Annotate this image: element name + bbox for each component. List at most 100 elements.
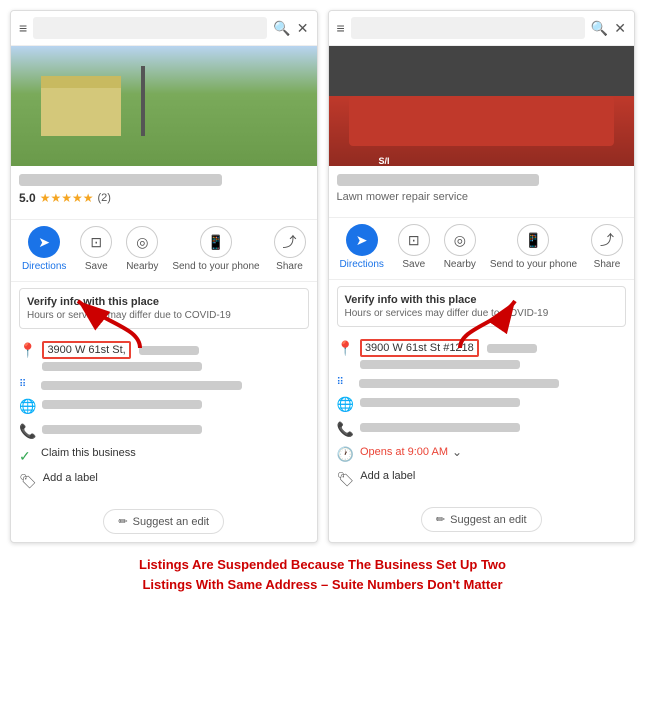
- right-globe-row: 🌐: [337, 395, 627, 413]
- right-send-label: Send to your phone: [490, 259, 577, 271]
- left-address-highlight: 3900 W 61st St,: [42, 341, 130, 359]
- left-phone-row: 📞: [19, 422, 309, 440]
- right-close-icon[interactable]: ✕: [614, 20, 626, 37]
- bottom-caption: Listings Are Suspended Because The Busin…: [129, 555, 516, 594]
- right-opens-text: Opens at 9:00 AM: [360, 446, 448, 458]
- left-share-circle: ⤴: [274, 226, 306, 258]
- mower-body: S/I @TROY-BILT: [349, 96, 615, 146]
- left-verify-box: Verify info with this place Hours or ser…: [19, 288, 309, 329]
- right-verify-box: Verify info with this place Hours or ser…: [337, 286, 627, 327]
- left-dots-content: [41, 378, 309, 390]
- left-nearby-action[interactable]: ◎ Nearby: [126, 226, 158, 273]
- left-address-content: 3900 W 61st St,: [42, 341, 308, 371]
- right-category: Lawn mower repair service: [337, 191, 627, 203]
- left-hamburger-icon[interactable]: ≡: [19, 20, 27, 36]
- right-share-action[interactable]: ⤴ Share: [591, 224, 623, 271]
- right-add-label-text: Add a label: [360, 470, 415, 482]
- right-suggest-btn[interactable]: ✏ Suggest an edit: [421, 507, 542, 532]
- left-directions-label: Directions: [22, 261, 66, 273]
- right-dots-row: ⠿: [337, 376, 627, 388]
- right-nearby-action[interactable]: ◎ Nearby: [444, 224, 476, 271]
- left-verify-title: Verify info with this place: [27, 296, 301, 308]
- right-send-circle: 📱: [517, 224, 549, 256]
- right-globe-icon: 🌐: [337, 396, 354, 413]
- right-hamburger-icon[interactable]: ≡: [337, 20, 345, 36]
- right-search-bar: ≡ 🔍 ✕: [329, 11, 635, 46]
- left-save-action[interactable]: ⊡ Save: [80, 226, 112, 273]
- right-opens-row: 🕐 Opens at 9:00 AM ⌄: [337, 445, 627, 463]
- right-search-input[interactable]: [351, 17, 585, 39]
- right-suggest-label: Suggest an edit: [450, 514, 526, 526]
- right-save-label: Save: [402, 259, 425, 271]
- left-phone-content: [42, 422, 308, 434]
- right-share-label: Share: [594, 259, 621, 271]
- left-stars: ★★★★★: [40, 191, 94, 205]
- right-directions-circle: ➤: [346, 224, 378, 256]
- right-send-action[interactable]: 📱 Send to your phone: [490, 224, 577, 271]
- left-actions-row: ➤ Directions ⊡ Save ◎ Nearby 📱 Send to y…: [11, 219, 317, 282]
- pole-shape: [141, 66, 145, 136]
- left-globe-content: [42, 397, 308, 409]
- left-save-label: Save: [85, 261, 108, 273]
- right-search-icon[interactable]: 🔍: [591, 20, 608, 37]
- left-dots-icon: ⠿: [19, 379, 35, 390]
- main-container: ≡ 🔍 ✕ 5.0 ★★★★★ (2): [0, 0, 645, 604]
- left-send-circle: 📱: [200, 226, 232, 258]
- left-photo: [11, 46, 317, 166]
- right-address-row: 📍 3900 W 61st St #1218: [337, 339, 627, 369]
- left-globe-row: 🌐: [19, 397, 309, 415]
- left-reviews: (2): [97, 192, 110, 204]
- right-dots-bar: [359, 379, 560, 388]
- right-dots-content: [359, 376, 627, 388]
- left-phone-bar: [42, 425, 202, 434]
- right-nearby-circle: ◎: [444, 224, 476, 256]
- right-directions-action[interactable]: ➤ Directions: [339, 224, 383, 271]
- right-verify-sub: Hours or services may differ due to COVI…: [345, 308, 619, 319]
- left-send-label: Send to your phone: [172, 261, 259, 273]
- right-share-circle: ⤴: [591, 224, 623, 256]
- left-business-info: 5.0 ★★★★★ (2): [11, 166, 317, 219]
- right-actions-row: ➤ Directions ⊡ Save ◎ Nearby 📱 Send to y…: [329, 217, 635, 280]
- right-address-highlight: 3900 W 61st St #1218: [360, 339, 479, 357]
- panels-row: ≡ 🔍 ✕ 5.0 ★★★★★ (2): [10, 10, 635, 543]
- right-save-circle: ⊡: [398, 224, 430, 256]
- right-photo: S/I @TROY-BILT: [329, 46, 635, 166]
- left-suggest-label: Suggest an edit: [133, 516, 209, 528]
- left-search-input[interactable]: [33, 17, 267, 39]
- right-phone-icon: 📞: [337, 421, 354, 438]
- right-opens-content: Opens at 9:00 AM ⌄: [360, 445, 626, 459]
- right-label-icon: 🏷: [337, 471, 355, 488]
- right-save-action[interactable]: ⊡ Save: [398, 224, 430, 271]
- left-suggest-btn[interactable]: ✏ Suggest an edit: [103, 509, 224, 534]
- left-send-action[interactable]: 📱 Send to your phone: [172, 226, 259, 273]
- left-globe-icon: 🌐: [19, 398, 36, 415]
- left-search-icon[interactable]: 🔍: [273, 20, 290, 37]
- left-directions-action[interactable]: ➤ Directions: [22, 226, 66, 273]
- left-panel: ≡ 🔍 ✕ 5.0 ★★★★★ (2): [10, 10, 318, 543]
- left-phone-icon: 📞: [19, 423, 36, 440]
- left-directions-circle: ➤: [28, 226, 60, 258]
- right-chevron-icon[interactable]: ⌄: [452, 445, 462, 459]
- right-suggest-row: ✏ Suggest an edit: [329, 501, 635, 540]
- right-nearby-label: Nearby: [444, 259, 476, 271]
- right-verify-title: Verify info with this place: [345, 294, 619, 306]
- left-claim-row[interactable]: ✓ Claim this business: [19, 447, 309, 465]
- left-verify-sub: Hours or services may differ due to COVI…: [27, 310, 301, 321]
- right-label-row[interactable]: 🏷 Add a label: [337, 470, 627, 488]
- right-globe-content: [360, 395, 626, 407]
- left-rating-row: 5.0 ★★★★★ (2): [19, 191, 309, 205]
- left-dots-row: ⠿: [19, 378, 309, 390]
- left-share-action[interactable]: ⤴ Share: [274, 226, 306, 273]
- right-business-info: Lawn mower repair service: [329, 166, 635, 217]
- right-phone-row: 📞: [337, 420, 627, 438]
- left-pencil-icon: ✏: [118, 515, 127, 528]
- mower-label-text: S/I: [379, 156, 390, 166]
- right-phone-content: [360, 420, 626, 432]
- left-add-label-text: Add a label: [43, 472, 98, 484]
- left-label-row[interactable]: 🏷 Add a label: [19, 472, 309, 490]
- right-clock-icon: 🕐: [337, 446, 354, 463]
- left-dots-bar: [41, 381, 242, 390]
- left-claim-text: Claim this business: [41, 447, 136, 459]
- left-close-icon[interactable]: ✕: [297, 20, 309, 37]
- right-panel: ≡ 🔍 ✕ S/I @TROY-BILT Lawn mower repair s…: [328, 10, 636, 543]
